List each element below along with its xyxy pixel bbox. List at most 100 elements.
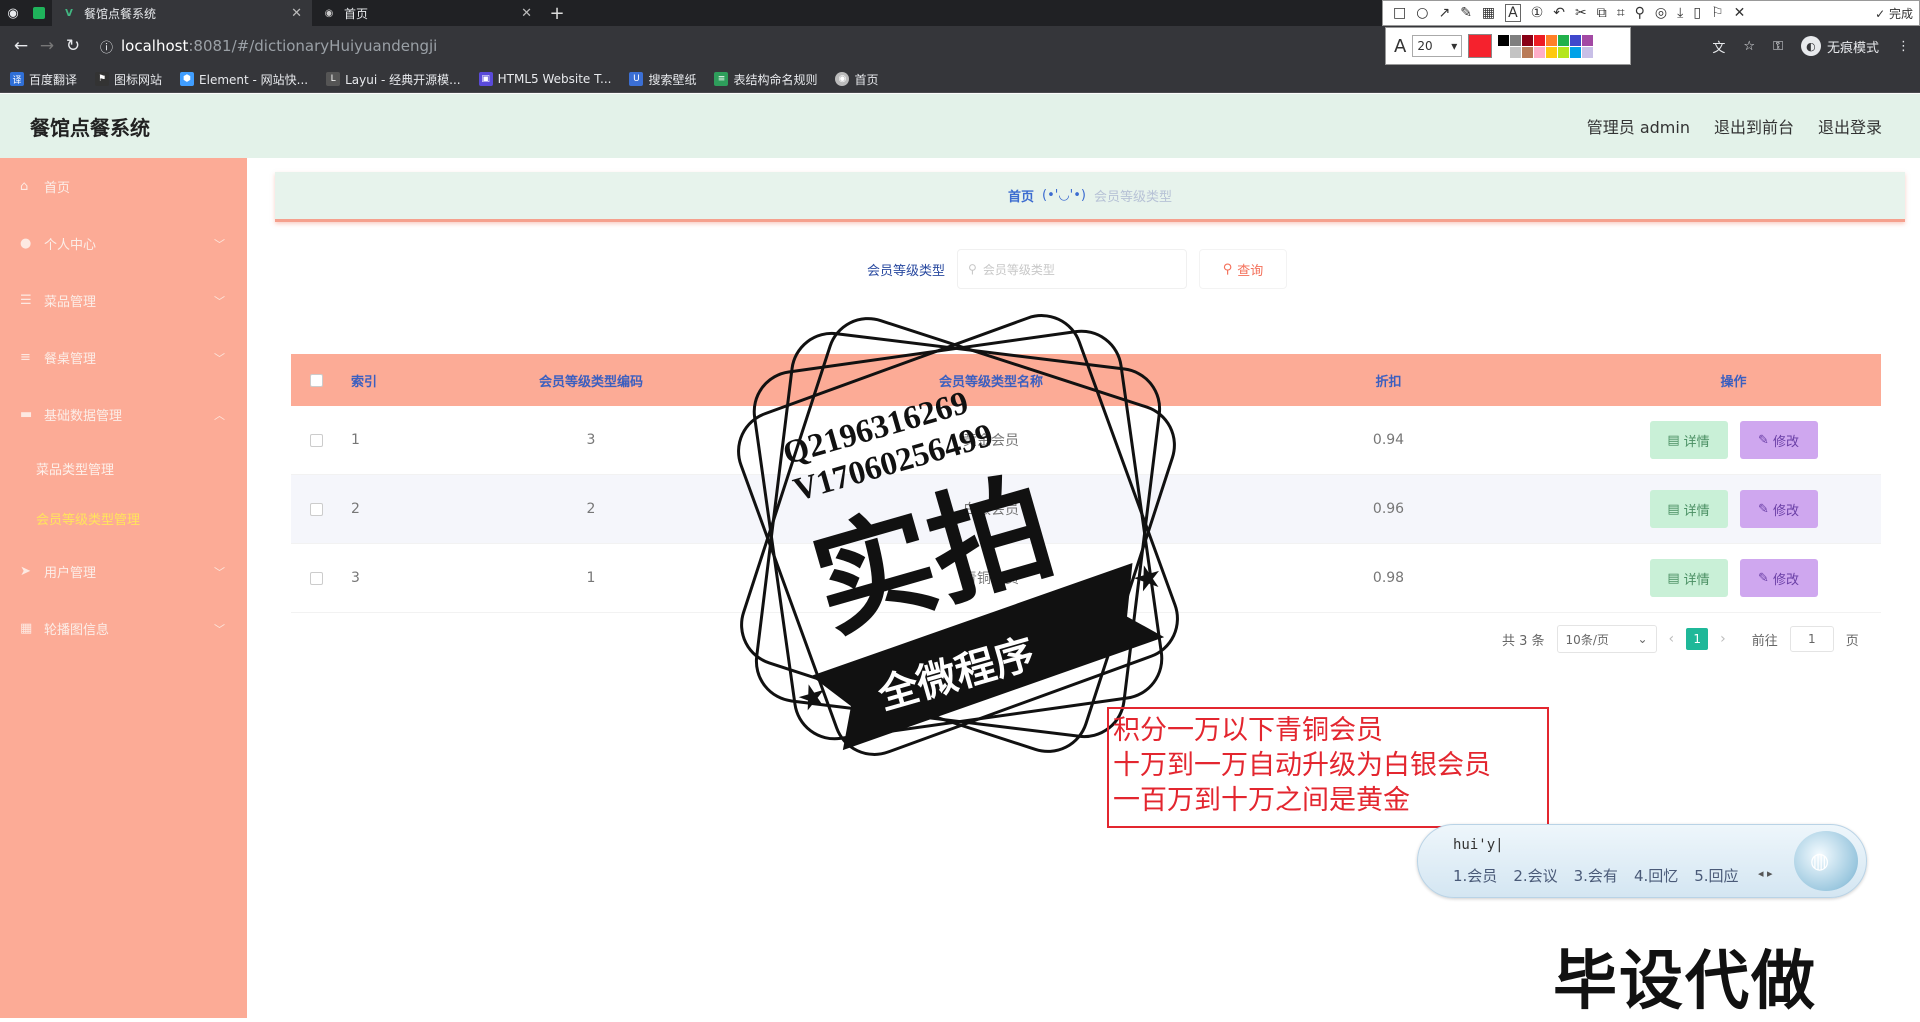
back-icon[interactable]: ←: [8, 31, 34, 61]
crop-icon[interactable]: ⌗: [1617, 5, 1625, 21]
undo-icon[interactable]: ↶: [1553, 5, 1565, 21]
current-color-swatch[interactable]: [1468, 34, 1493, 58]
palette-swatch[interactable]: [1510, 46, 1522, 58]
palette-swatch[interactable]: [1498, 46, 1510, 58]
phone-icon[interactable]: ▯: [1693, 5, 1701, 21]
ime-candidate[interactable]: 2.会议: [1513, 865, 1557, 886]
detail-button[interactable]: ▤ 详情: [1649, 421, 1728, 459]
back-to-front-link[interactable]: 退出到前台: [1714, 114, 1794, 138]
more-menu-icon[interactable]: ⋮: [1897, 39, 1910, 54]
palette-swatch[interactable]: [1570, 46, 1582, 58]
sidebar-item-dishes[interactable]: ☰ 菜品管理 ﹀: [0, 272, 247, 329]
download-icon[interactable]: ⤓: [1677, 5, 1683, 21]
bookmark-item[interactable]: ◉ 首页: [835, 71, 879, 88]
sidebar-subitem-dish-types[interactable]: 菜品类型管理: [0, 443, 247, 493]
palette-swatch[interactable]: [1546, 34, 1558, 46]
mosaic-tool-icon[interactable]: ▦: [1482, 5, 1495, 21]
page-size-select[interactable]: 10条/页 ⌄: [1556, 625, 1657, 653]
arrow-tool-icon[interactable]: ↗: [1438, 5, 1450, 21]
bookmark-tool-icon[interactable]: ⚐: [1711, 5, 1724, 21]
palette-swatch[interactable]: [1522, 46, 1534, 58]
row-checkbox[interactable]: [309, 433, 323, 447]
pinned-tab-icon[interactable]: [26, 0, 52, 26]
ellipse-tool-icon[interactable]: ○: [1416, 5, 1428, 21]
record-icon[interactable]: ◎: [1655, 5, 1667, 21]
ime-candidate[interactable]: 3.会有: [1574, 865, 1618, 886]
pin-icon[interactable]: ⚲: [1635, 5, 1645, 21]
palette-swatch[interactable]: [1534, 46, 1546, 58]
sidebar-item-basic-data[interactable]: ▬ 基础数据管理 ︿: [0, 386, 247, 443]
browser-menu-icon[interactable]: ◉: [0, 0, 26, 26]
row-checkbox[interactable]: [309, 502, 323, 516]
rectangle-tool-icon[interactable]: □: [1393, 5, 1406, 21]
bookmark-item[interactable]: ≡ 表结构命名规则: [714, 71, 817, 88]
sidebar-subitem-member-levels[interactable]: 会员等级类型管理: [0, 493, 247, 543]
number-tool-icon[interactable]: ①: [1531, 5, 1544, 21]
palette-swatch[interactable]: [1558, 46, 1570, 58]
palette-swatch[interactable]: [1558, 34, 1570, 46]
sidebar-item-users[interactable]: ➤ 用户管理 ﹀: [0, 543, 247, 600]
palette-swatch[interactable]: [1546, 46, 1558, 58]
sidebar-item-carousel[interactable]: ▦ 轮播图信息 ﹀: [0, 600, 247, 657]
url-field[interactable]: ⓘ localhost :8081/#/dictionaryHuiyuanden…: [100, 31, 437, 61]
bookmark-item[interactable]: L Layui - 经典开源模...: [326, 71, 461, 88]
bookmark-item[interactable]: ⚑ 图标网站: [95, 71, 162, 88]
reload-icon[interactable]: ↻: [60, 31, 86, 61]
tab-app[interactable]: V 餐馆点餐系统 ✕: [52, 0, 312, 26]
select-all-checkbox[interactable]: [309, 373, 323, 387]
cancel-icon[interactable]: ✕: [1734, 5, 1746, 21]
star-icon[interactable]: ☆: [1743, 39, 1755, 54]
palette-swatch[interactable]: [1570, 34, 1582, 46]
scissors-icon[interactable]: ✂: [1575, 5, 1587, 21]
palette-swatch[interactable]: [1522, 34, 1534, 46]
detail-button[interactable]: ▤ 详情: [1649, 490, 1728, 528]
color-palette[interactable]: [1498, 34, 1594, 58]
goto-page-input[interactable]: 1: [1789, 626, 1834, 652]
edit-button[interactable]: ✎ 修改: [1739, 559, 1818, 597]
ime-candidate[interactable]: 5.回应: [1694, 865, 1738, 886]
font-size-select[interactable]: 20 ▾: [1412, 35, 1463, 57]
logout-link[interactable]: 退出登录: [1818, 114, 1882, 138]
key-icon[interactable]: ⚿: [1773, 39, 1783, 54]
bookmark-item[interactable]: ▣ HTML5 Website T...: [478, 72, 611, 86]
translate-icon[interactable]: 文: [1712, 37, 1725, 56]
header-links: 管理员 admin 退出到前台 退出登录: [1587, 94, 1882, 158]
detail-button[interactable]: ▤ 详情: [1649, 559, 1728, 597]
header-discount[interactable]: 折扣: [1191, 371, 1586, 390]
forward-icon[interactable]: →: [34, 31, 60, 61]
ime-candidate[interactable]: 4.回忆: [1634, 865, 1678, 886]
incognito-label: 无痕模式: [1826, 40, 1879, 56]
edit-button[interactable]: ✎ 修改: [1739, 490, 1818, 528]
done-button[interactable]: ✓ 完成: [1875, 5, 1913, 22]
bookmark-item[interactable]: U 搜索壁纸: [629, 71, 696, 88]
query-button[interactable]: ⚲ 查询: [1199, 249, 1288, 289]
ime-candidate[interactable]: 1.会员: [1453, 865, 1497, 886]
palette-swatch[interactable]: [1510, 34, 1522, 46]
bookmark-item[interactable]: 译百度翻译: [10, 71, 77, 88]
close-tab-icon[interactable]: ✕: [291, 6, 302, 21]
row-checkbox[interactable]: [309, 571, 323, 585]
search-input[interactable]: ⚲ 会员等级类型: [957, 249, 1188, 289]
next-page-icon[interactable]: ›: [1720, 631, 1726, 647]
sidebar-item-profile[interactable]: ● 个人中心 ﹀: [0, 215, 247, 272]
palette-swatch[interactable]: [1582, 46, 1594, 58]
palette-swatch[interactable]: [1534, 34, 1546, 46]
current-page[interactable]: 1: [1686, 628, 1709, 650]
new-tab-button[interactable]: +: [542, 3, 572, 24]
ime-page-arrows-icon[interactable]: ◂ ▸: [1758, 867, 1773, 880]
tab-home[interactable]: ◉ 首页 ✕: [312, 0, 542, 26]
breadcrumb-home[interactable]: 首页: [1008, 186, 1034, 205]
incognito-indicator[interactable]: ◐ 无痕模式: [1800, 36, 1879, 56]
edit-button[interactable]: ✎ 修改: [1739, 421, 1818, 459]
pen-tool-icon[interactable]: ✎: [1460, 5, 1472, 21]
close-tab-icon[interactable]: ✕: [521, 6, 532, 21]
bookmark-item[interactable]: ⬢ Element - 网站快...: [180, 71, 308, 88]
sidebar-item-tables[interactable]: ≡ 餐桌管理 ﹀: [0, 329, 247, 386]
sidebar-item-home[interactable]: ⌂ 首页: [0, 158, 247, 215]
palette-swatch[interactable]: [1498, 34, 1510, 46]
annotation-textbox[interactable]: 积分一万以下青铜会员 十万到一万自动升级为白银会员 一百万到十万之间是黄金: [1107, 707, 1549, 828]
ocr-icon[interactable]: ⧉: [1597, 5, 1607, 21]
text-tool-icon[interactable]: A: [1505, 4, 1521, 22]
prev-page-icon[interactable]: ‹: [1669, 631, 1675, 647]
palette-swatch[interactable]: [1582, 34, 1594, 46]
